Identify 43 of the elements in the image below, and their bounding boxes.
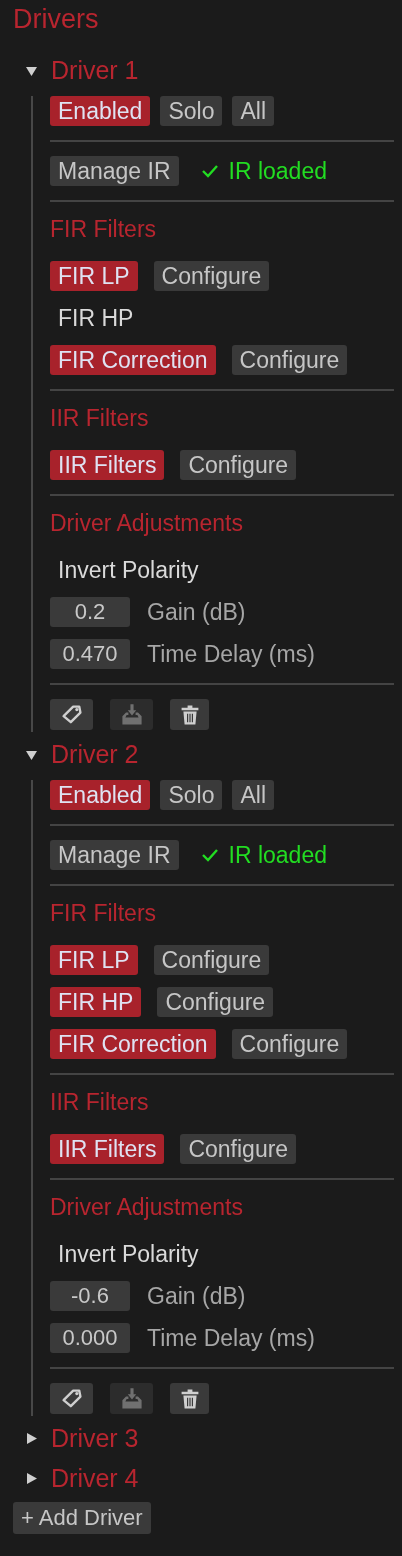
configure-button[interactable]: Configure [153,945,270,975]
filter-toggle[interactable]: FIR Correction [50,345,216,375]
number-field[interactable]: 0.000 [50,1323,130,1353]
mode-toggle[interactable]: Solo [160,780,223,810]
configure-button[interactable]: Configure [153,261,270,291]
manage-ir-button[interactable]: Manage IR [50,156,179,186]
configure-button[interactable]: Configure [180,450,297,480]
mode-toggle[interactable]: Enabled [50,780,151,810]
filter-toggle[interactable]: FIR HP [50,303,142,333]
configure-button[interactable]: Configure [231,1029,348,1059]
field-label: Time Delay (ms) [147,1324,315,1352]
section-heading: IIR Filters [50,405,149,431]
ir-status: IR loaded [228,841,327,869]
field-label: Gain (dB) [147,1282,246,1310]
number-field[interactable]: -0.6 [50,1281,130,1311]
invert-polarity-toggle[interactable]: Invert Polarity [50,555,207,585]
section-heading: Driver Adjustments [50,1194,243,1220]
filter-toggle[interactable]: FIR Correction [50,1029,216,1059]
filter-toggle[interactable]: FIR HP [50,987,142,1017]
section-heading: FIR Filters [50,216,157,242]
filter-toggle[interactable]: FIR LP [50,945,138,975]
field-label: Gain (dB) [147,598,246,626]
manage-ir-button[interactable]: Manage IR [50,840,179,870]
page-title: Drivers [13,3,99,36]
invert-polarity-toggle[interactable]: Invert Polarity [50,1239,207,1269]
ir-status: IR loaded [228,157,327,185]
section-heading: Driver Adjustments [50,510,243,536]
number-field[interactable]: 0.2 [50,597,130,627]
configure-button[interactable]: Configure [231,345,348,375]
mode-toggle[interactable]: All [232,96,275,126]
mode-toggle[interactable]: Solo [160,96,223,126]
configure-button[interactable]: Configure [180,1134,297,1164]
mode-toggle[interactable]: Enabled [50,96,151,126]
filter-toggle[interactable]: IIR Filters [50,1134,165,1164]
configure-button[interactable]: Configure [157,987,274,1017]
add-driver-button[interactable]: + Add Driver [13,1502,151,1534]
filter-toggle[interactable]: FIR LP [50,261,138,291]
number-field[interactable]: 0.470 [50,639,130,669]
mode-toggle[interactable]: All [232,780,275,810]
section-heading: FIR Filters [50,900,157,926]
field-label: Time Delay (ms) [147,640,315,668]
filter-toggle[interactable]: IIR Filters [50,450,165,480]
section-heading: IIR Filters [50,1089,149,1115]
